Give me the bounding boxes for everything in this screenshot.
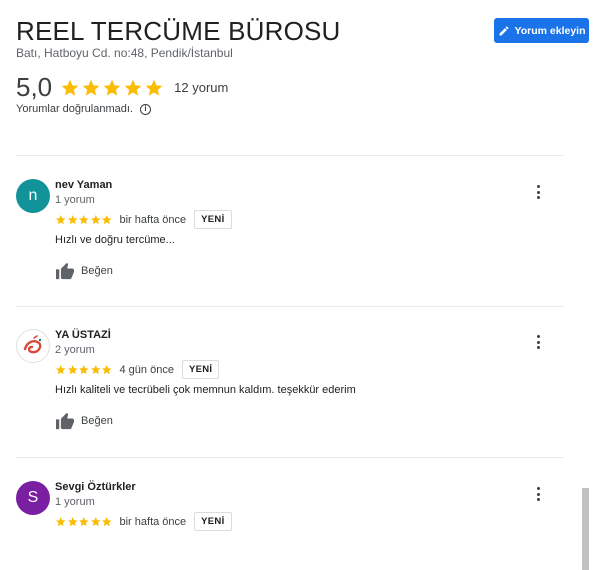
star-icon xyxy=(78,516,89,526)
new-badge: YENİ xyxy=(181,360,220,379)
avatar[interactable]: S xyxy=(16,481,50,515)
review-text: Hızlı ve doğru tercüme... xyxy=(55,234,175,246)
divider xyxy=(16,155,564,156)
more-options-icon[interactable] xyxy=(532,332,544,352)
review-item: S Sevgi Öztürkler 1 yorum bir hafta önce… xyxy=(16,481,564,541)
pencil-icon xyxy=(499,25,509,35)
review-author-count: 1 yorum xyxy=(55,194,95,206)
star-icon xyxy=(90,516,101,526)
rating-summary: 5,0 12 yorum xyxy=(16,72,228,103)
review-author[interactable]: nev Yaman xyxy=(55,179,112,191)
star-icon xyxy=(78,364,89,374)
review-time: 4 gün önce xyxy=(119,363,174,376)
review-meta: bir hafta önce YENİ xyxy=(55,210,232,229)
thumbs-up-icon xyxy=(56,262,74,280)
new-badge: YENİ xyxy=(194,210,232,229)
review-text: Hızlı kaliteli ve tecrübeli çok memnun k… xyxy=(55,384,356,396)
review-author-count: 1 yorum xyxy=(55,496,95,508)
review-stars xyxy=(55,214,113,226)
review-time: bir hafta önce xyxy=(119,515,187,528)
divider xyxy=(16,457,564,458)
review-stars xyxy=(55,516,113,528)
star-icon xyxy=(78,214,89,224)
write-review-button[interactable]: Yorum ekleyin xyxy=(494,18,589,43)
review-time: bir hafta önce xyxy=(119,213,187,226)
avatar[interactable] xyxy=(16,329,50,363)
new-badge: YENİ xyxy=(194,512,232,531)
review-author-count: 2 yorum xyxy=(55,344,95,356)
info-icon[interactable]: i xyxy=(140,103,151,115)
star-icon xyxy=(90,214,101,224)
rating-value: 5,0 xyxy=(16,72,53,102)
more-options-icon[interactable] xyxy=(532,182,544,202)
write-review-label: Yorum ekleyin xyxy=(514,24,586,37)
calligraphy-logo-icon xyxy=(23,335,42,354)
divider xyxy=(16,306,564,307)
like-button[interactable]: Beğen xyxy=(55,412,113,430)
star-icon xyxy=(90,364,101,374)
star-icon xyxy=(55,214,66,224)
star-icon xyxy=(101,364,112,374)
review-item: YA ÜSTAZİ 2 yorum 4 gün önce YENİ Hızlı … xyxy=(16,329,564,439)
review-author[interactable]: Sevgi Öztürkler xyxy=(55,481,136,493)
star-icon xyxy=(55,364,66,374)
star-icon xyxy=(55,516,66,526)
like-label: Beğen xyxy=(81,415,113,427)
star-icon xyxy=(145,79,163,96)
like-label: Beğen xyxy=(81,265,113,277)
avatar[interactable]: n xyxy=(16,179,50,213)
review-author[interactable]: YA ÜSTAZİ xyxy=(55,329,111,341)
more-options-icon[interactable] xyxy=(532,484,544,504)
thumbs-up-icon xyxy=(56,412,74,430)
star-icon xyxy=(124,79,142,96)
star-icon xyxy=(103,79,121,96)
rating-stars xyxy=(60,78,164,98)
business-title: REEL TERCÜME BÜROSU xyxy=(16,16,341,46)
star-icon xyxy=(101,516,112,526)
star-icon xyxy=(67,364,78,374)
star-icon xyxy=(101,214,112,224)
scrollbar-thumb[interactable] xyxy=(582,488,589,570)
unverified-notice: Yorumlar doğrulanmadı. i xyxy=(16,103,151,115)
unverified-text: Yorumlar doğrulanmadı. xyxy=(16,103,133,115)
like-button[interactable]: Beğen xyxy=(55,262,113,280)
star-icon xyxy=(82,79,100,96)
star-icon xyxy=(61,79,79,96)
review-item: n nev Yaman 1 yorum bir hafta önce YENİ … xyxy=(16,179,564,289)
star-icon xyxy=(67,214,78,224)
star-icon xyxy=(67,516,78,526)
review-meta: bir hafta önce YENİ xyxy=(55,512,232,531)
review-meta: 4 gün önce YENİ xyxy=(55,360,220,379)
business-address: Batı, Hatboyu Cd. no:48, Pendik/İstanbul xyxy=(16,46,233,60)
review-stars xyxy=(55,364,113,376)
review-count[interactable]: 12 yorum xyxy=(174,80,228,95)
